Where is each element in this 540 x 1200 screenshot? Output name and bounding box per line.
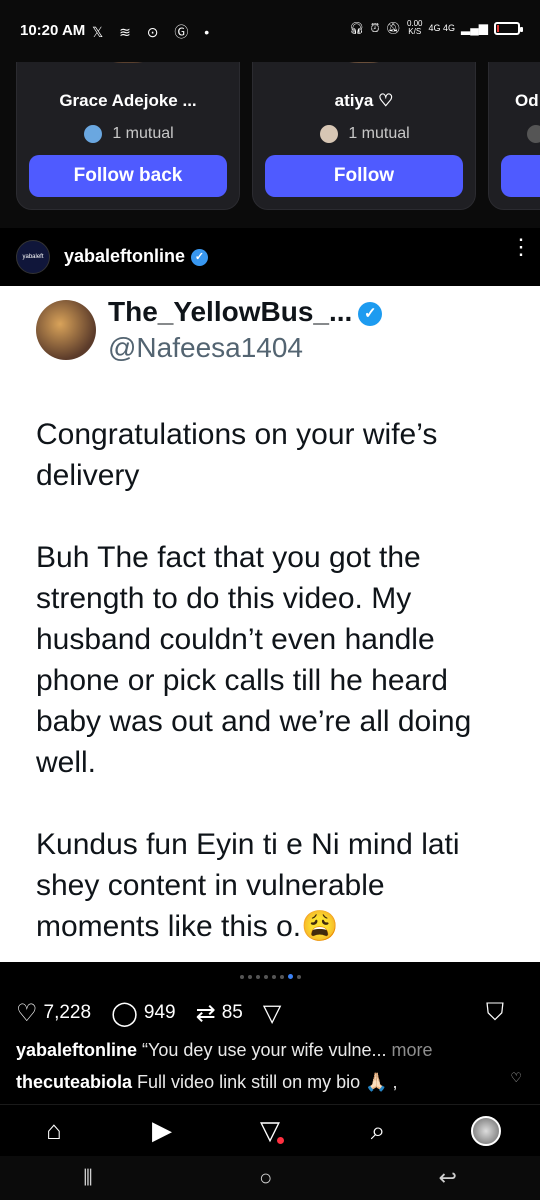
repost-button[interactable]: ⇄ 85: [196, 999, 243, 1028]
status-right-icons: 🎧︎ ⏰︎ 🔕︎ 0.00 K/S 4G 4G ▂▄▆: [349, 19, 523, 36]
suggestion-name[interactable]: Od: [515, 91, 540, 111]
caption-username[interactable]: yabaleftonline: [16, 1040, 137, 1060]
carousel-dot: [239, 974, 244, 979]
comment-count[interactable]: 949: [144, 1002, 176, 1024]
mutual-avatar: [82, 123, 105, 145]
carousel-dot: [271, 974, 276, 979]
save-button[interactable]: ⛉: [486, 999, 504, 1027]
alarm-icon: ⏰︎: [370, 20, 380, 35]
carousel-dot: [279, 974, 284, 979]
carousel-dot: [263, 974, 268, 979]
notification-dot: [277, 1137, 284, 1144]
recent-apps-icon[interactable]: ⦀: [83, 1165, 93, 1191]
tweet-display-name: The_YellowBus_... ✓: [108, 296, 383, 328]
search-icon[interactable]: ⌕: [358, 1115, 398, 1147]
mutual-info: 1 mutual: [17, 123, 239, 145]
reels-icon[interactable]: ▶: [142, 1115, 182, 1146]
send-icon[interactable]: ▽: [263, 999, 281, 1028]
top-comment[interactable]: thecuteabiola Full video link still on m…: [16, 1072, 500, 1093]
caption-more-link[interactable]: more: [392, 1040, 433, 1060]
carousel-dot: [247, 974, 252, 979]
post-username-text[interactable]: yabaleftonline: [64, 246, 185, 266]
repost-icon[interactable]: ⇄: [196, 999, 216, 1028]
home-icon[interactable]: ⌂: [34, 1115, 74, 1146]
battery-level: [497, 24, 499, 32]
tweet-paragraph: Kundus fun Eyin ti e Ni mind lati shey c…: [36, 828, 460, 943]
heart-icon[interactable]: ♡: [16, 999, 38, 1028]
mute-icon: 🔕︎: [385, 21, 401, 35]
mutual-count: 1 mutual: [112, 125, 174, 142]
avatar[interactable]: [73, 62, 183, 63]
system-navigation: ⦀ ○ ↩: [0, 1156, 540, 1200]
tweet-body: Congratulations on your wife’s delivery …: [36, 414, 516, 947]
tweet-verified-icon: ✓: [358, 301, 383, 326]
headphones-icon: 🎧︎: [349, 21, 365, 35]
tweet-paragraph: Buh The fact that you got the strength t…: [36, 541, 472, 779]
suggestion-card[interactable]: Grace Adejoke ... 1 mutual Follow back: [16, 62, 240, 210]
comment-like-icon[interactable]: ♡: [510, 1070, 522, 1086]
tweet-paragraph: Congratulations on your wife’s delivery: [36, 418, 438, 492]
suggested-accounts: Grace Adejoke ... 1 mutual Follow back a…: [0, 62, 540, 228]
caption-text: “You dey use your wife vulne...: [142, 1040, 387, 1060]
comment-username[interactable]: thecuteabiola: [16, 1072, 132, 1092]
post-caption[interactable]: yabaleftonline “You dey use your wife vu…: [16, 1040, 524, 1061]
network-type: 4G 4G: [428, 23, 456, 33]
mutual-info: [525, 123, 540, 145]
suggestion-name[interactable]: Grace Adejoke ...: [17, 91, 239, 111]
battery-icon: [494, 21, 523, 35]
comment-text: Full video link still on my bio 🙏🏻 ,: [137, 1072, 398, 1092]
mutual-avatar: [318, 123, 341, 145]
suggestion-card[interactable]: Od: [488, 62, 540, 210]
status-time: 10:20 AM: [20, 22, 86, 39]
follow-back-button[interactable]: Follow back: [29, 155, 227, 197]
tweet-avatar: [36, 300, 96, 360]
repost-count[interactable]: 85: [222, 1002, 243, 1024]
post-image[interactable]: The_YellowBus_... ✓ @Nafeesa1404 Congratu…: [0, 286, 540, 962]
avatar[interactable]: [471, 1115, 501, 1146]
action-row: ♡ 7,228 ◯ 949 ⇄ 85 ▽ ⛉: [16, 998, 524, 1028]
more-options-icon[interactable]: ⋮: [510, 236, 532, 258]
follow-button[interactable]: [501, 155, 540, 197]
like-count[interactable]: 7,228: [44, 1002, 92, 1024]
status-bar: 10:20 AM 𝕏 ≋ ⊙ Ⓖ • 🎧︎ ⏰︎ 🔕︎ 0.00 K/S 4G …: [0, 0, 540, 62]
carousel-dot: [296, 974, 301, 979]
share-button[interactable]: ▽: [263, 999, 281, 1028]
post-header: yabaleft yabaleftonline ✓ ⋮: [0, 228, 540, 286]
avatar[interactable]: yabaleft: [16, 240, 50, 274]
carousel-indicator: [0, 974, 540, 979]
carousel-dot: [287, 974, 293, 979]
mutual-avatar: [525, 123, 540, 145]
tweet-display-name-text: The_YellowBus_...: [108, 296, 353, 327]
bookmark-icon[interactable]: ⛉: [486, 999, 504, 1027]
messages-icon[interactable]: ▽: [250, 1115, 290, 1146]
notification-icons: 𝕏 ≋ ⊙ Ⓖ •: [92, 24, 216, 40]
signal-icon: ▂▄▆: [461, 21, 488, 35]
suggestion-name[interactable]: atiya ♡: [253, 91, 475, 111]
post-actions: ♡ 7,228 ◯ 949 ⇄ 85 ▽ ⛉ yabaleftonline “Y…: [0, 962, 540, 1104]
verified-badge-icon: ✓: [191, 248, 209, 266]
bottom-navigation: ⌂ ▶ ▽ ⌕: [0, 1104, 540, 1156]
mutual-count: 1 mutual: [348, 125, 410, 142]
comment-button[interactable]: ◯ 949: [111, 999, 176, 1028]
profile-tab[interactable]: [466, 1115, 506, 1146]
avatar[interactable]: [309, 62, 419, 63]
carousel-dot: [255, 974, 260, 979]
mutual-info: 1 mutual: [253, 123, 475, 145]
back-icon[interactable]: ↩: [438, 1165, 456, 1191]
comment-icon[interactable]: ◯: [111, 999, 138, 1028]
like-button[interactable]: ♡ 7,228: [16, 999, 91, 1028]
network-speed: 0.00 K/S: [406, 19, 423, 36]
post-username[interactable]: yabaleftonline ✓: [64, 246, 209, 267]
tweet-handle: @Nafeesa1404: [108, 332, 304, 363]
home-circle-icon[interactable]: ○: [259, 1165, 272, 1191]
suggestion-card[interactable]: atiya ♡ 1 mutual Follow: [252, 62, 476, 210]
follow-button[interactable]: Follow: [265, 155, 463, 197]
